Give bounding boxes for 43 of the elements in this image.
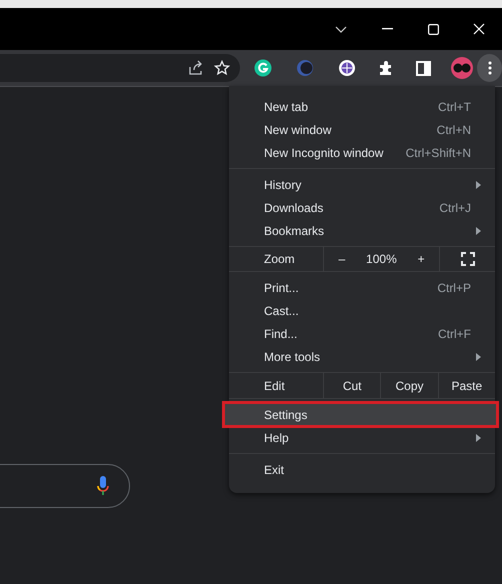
maximize-icon (428, 24, 438, 34)
menu-item[interactable]: Find... Ctrl+F (229, 322, 495, 345)
menu-item[interactable]: Settings (224, 403, 497, 426)
chevron-down-icon (335, 26, 347, 32)
menu-item[interactable]: Print... Ctrl+P (229, 276, 495, 299)
menu-button[interactable] (477, 54, 502, 82)
shortcut-label: Ctrl+T (438, 100, 471, 114)
menu-item[interactable]: New Incognito window Ctrl+Shift+N (229, 141, 495, 164)
close-icon (473, 23, 485, 35)
edit-action-button[interactable]: Copy (395, 378, 424, 392)
menu-item[interactable]: History (229, 173, 495, 196)
zoom-out-button[interactable]: – (330, 252, 354, 266)
zoom-in-button[interactable]: + (410, 252, 433, 266)
shortcut-label: Ctrl+F (438, 326, 471, 340)
shortcut-label: Ctrl+N (436, 122, 471, 136)
menu-item[interactable]: Cast... (229, 299, 495, 322)
edit-action-button[interactable]: Cut (342, 378, 362, 392)
zoom-value: 100% (366, 252, 397, 266)
menu-item[interactable]: New window Ctrl+N (229, 118, 495, 141)
menu-item[interactable]: Exit (229, 458, 495, 481)
menu-item[interactable]: Bookmarks (229, 219, 495, 242)
menu-item[interactable]: Help (229, 426, 495, 449)
shortcut-label: Ctrl+J (439, 200, 471, 214)
menu-item[interactable]: New tab Ctrl+T (229, 95, 495, 118)
side-panel-icon[interactable] (416, 60, 432, 76)
edit-label: Edit (263, 378, 286, 394)
shortcut-label: Ctrl+P (437, 280, 471, 294)
avatar-icon[interactable] (451, 57, 474, 79)
minimize-icon (382, 28, 392, 30)
search-field[interactable] (0, 464, 130, 508)
edit-action-button[interactable]: Paste (451, 378, 482, 392)
zoom-label: Zoom (263, 251, 296, 268)
moon-icon[interactable] (296, 59, 314, 77)
star-icon (214, 60, 230, 76)
shortcut-label: Ctrl+Shift+N (406, 146, 471, 160)
more-icon (488, 61, 492, 75)
share-icon (188, 60, 204, 76)
fullscreen-icon[interactable] (460, 252, 475, 266)
extension-icon[interactable] (254, 59, 272, 77)
microphone-icon (97, 476, 109, 496)
globe-icon[interactable] (338, 59, 356, 77)
menu-item[interactable]: More tools (229, 345, 495, 368)
menu-item[interactable]: Downloads Ctrl+J (229, 196, 495, 219)
